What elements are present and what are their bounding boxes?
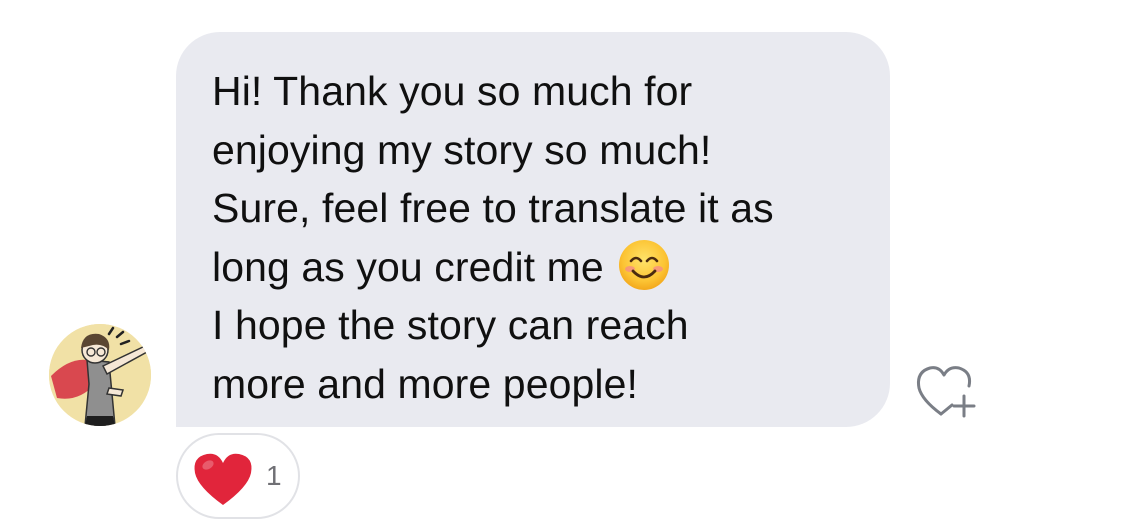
message-line-1: Hi! Thank you so much for — [212, 68, 693, 114]
message-row: Hi! Thank you so much for enjoying my st… — [0, 0, 1125, 526]
heart-plus-icon — [917, 366, 976, 418]
message-line-5: I hope the story can reach — [212, 302, 689, 348]
heart-reaction-pill[interactable]: 1 — [176, 433, 300, 519]
message-line-4: long as you credit me — [212, 238, 860, 297]
avatar-illustration-icon — [49, 324, 151, 426]
message-line-6: more and more people! — [212, 360, 639, 407]
message-line-4-text: long as you credit me — [212, 243, 604, 290]
red-heart-icon — [194, 453, 252, 505]
message-bubble[interactable]: Hi! Thank you so much for enjoying my st… — [176, 32, 890, 427]
reaction-count: 1 — [266, 460, 282, 491]
message-line-3: Sure, feel free to translate it as — [212, 185, 774, 231]
sender-avatar[interactable] — [49, 324, 151, 426]
add-reaction-button[interactable] — [914, 362, 988, 420]
smiling-face-emoji-icon — [618, 239, 670, 291]
message-line-2: enjoying my story so much! — [212, 126, 712, 173]
